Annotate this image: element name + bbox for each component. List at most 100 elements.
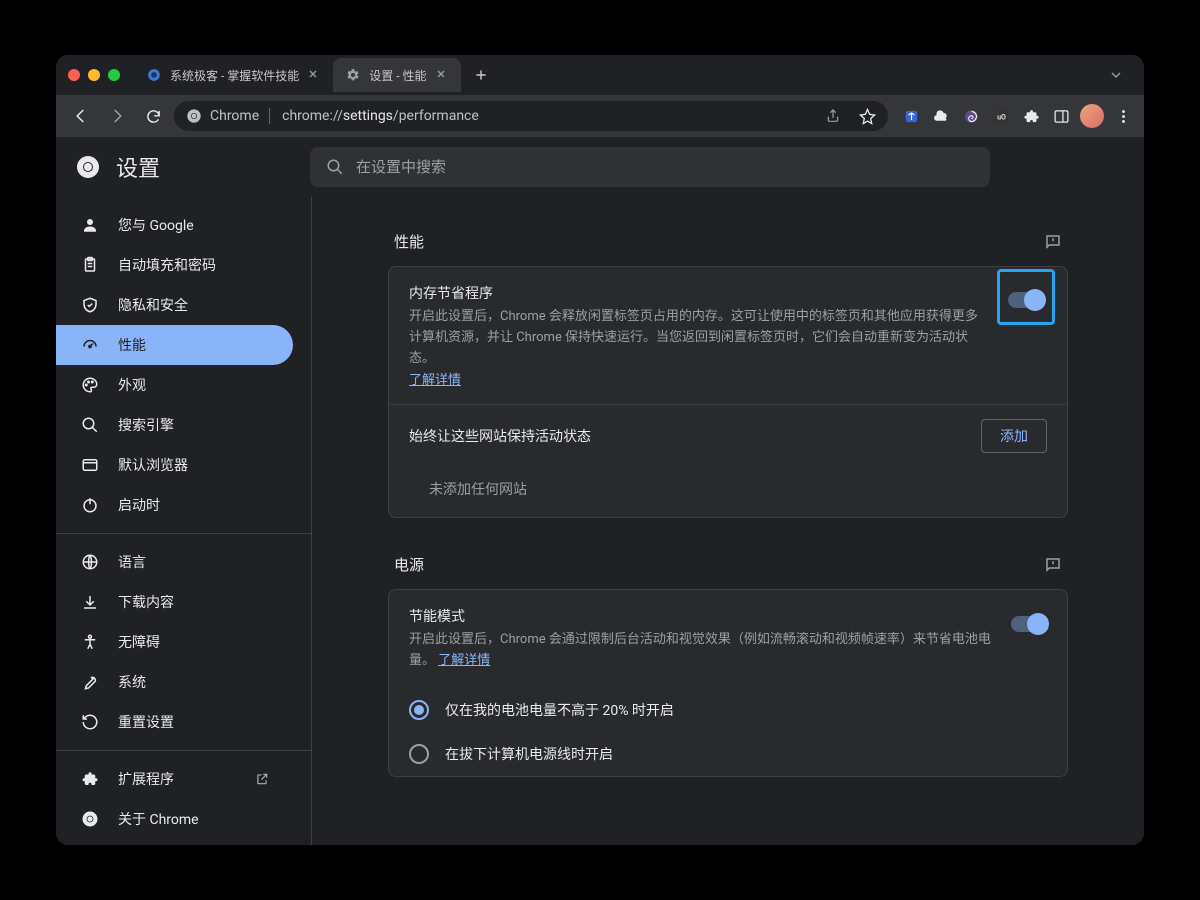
accessibility-icon <box>80 632 100 652</box>
energy-saver-row: 节能模式 开启此设置后，Chrome 会通过限制后台活动和视觉效果（例如流畅滚动… <box>389 590 1067 688</box>
sidebar-item-privacy[interactable]: 隐私和安全 <box>56 285 293 325</box>
close-window-button[interactable] <box>68 69 80 81</box>
new-tab-button[interactable] <box>467 61 495 89</box>
maximize-window-button[interactable] <box>108 69 120 81</box>
settings-main: 性能 内存节省程序 开启此设置后，Chrome 会释放闲置标签页占用的内存。这可… <box>312 197 1144 845</box>
bookmark-star-icon[interactable] <box>859 108 876 125</box>
sidebar-item-extensions[interactable]: 扩展程序 <box>56 759 293 799</box>
tab-1-active[interactable]: 设置 - 性能 <box>333 58 460 92</box>
search-icon <box>80 415 100 435</box>
profile-avatar[interactable] <box>1080 104 1104 128</box>
settings-sidebar: 您与 Google 自动填充和密码 隐私和安全 性能 外观 搜索引擎 默认浏览器… <box>56 197 312 845</box>
titlebar: 系统极客 - 掌握软件技能 设置 - 性能 <box>56 55 1144 95</box>
sidebar-item-appearance[interactable]: 外观 <box>56 365 293 405</box>
add-site-button[interactable]: 添加 <box>981 419 1047 453</box>
wrench-icon <box>80 672 100 692</box>
sidebar-item-downloads[interactable]: 下载内容 <box>56 582 293 622</box>
sidebar-separator <box>56 533 311 534</box>
clipboard-icon <box>80 255 100 275</box>
learn-more-link[interactable]: 了解详情 <box>438 653 490 668</box>
extension-ublock-icon[interactable]: uO <box>990 105 1012 127</box>
sidebar-item-on-startup[interactable]: 启动时 <box>56 485 293 525</box>
sidebar-item-performance[interactable]: 性能 <box>56 325 293 365</box>
learn-more-link[interactable]: 了解详情 <box>409 373 461 388</box>
palette-icon <box>80 375 100 395</box>
url-text: chrome://settings/performance <box>282 108 479 124</box>
toolbar: Chrome chrome://settings/performance uO <box>56 95 1144 137</box>
always-active-empty-state: 未添加任何网站 <box>389 467 1067 517</box>
feedback-icon[interactable] <box>1044 556 1062 574</box>
page-title: 设置 <box>116 151 160 183</box>
radio-icon <box>409 700 429 720</box>
shield-icon <box>80 295 100 315</box>
download-icon <box>80 592 100 612</box>
chrome-logo-icon <box>186 108 202 124</box>
page-content: 设置 在设置中搜索 您与 Google 自动填充和密码 隐私和安全 性能 外观 … <box>56 137 1144 845</box>
chrome-logo-icon <box>76 155 100 179</box>
sidebar-item-about-chrome[interactable]: 关于 Chrome <box>56 799 293 839</box>
address-bar[interactable]: Chrome chrome://settings/performance <box>174 101 888 131</box>
sidebar-separator <box>56 750 311 751</box>
browser-window-icon <box>80 455 100 475</box>
always-active-title: 始终让这些网站保持活动状态 <box>409 426 591 446</box>
chrome-logo-icon <box>80 809 100 829</box>
back-button[interactable] <box>66 101 96 131</box>
memory-saver-toggle[interactable] <box>1008 292 1044 308</box>
svg-text:uO: uO <box>997 112 1006 121</box>
globe-icon <box>80 552 100 572</box>
close-tab-icon[interactable] <box>435 68 449 82</box>
window-controls <box>68 69 120 81</box>
search-placeholder: 在设置中搜索 <box>356 156 446 177</box>
energy-saver-toggle[interactable] <box>1011 616 1047 632</box>
energy-saver-title: 节能模式 <box>409 606 991 626</box>
memory-saver-row: 内存节省程序 开启此设置后，Chrome 会释放闲置标签页占用的内存。这可让使用… <box>389 267 1067 404</box>
extension-icons: uO <box>900 104 1134 128</box>
radio-battery-20[interactable]: 仅在我的电池电量不高于 20% 时开启 <box>389 688 1067 732</box>
power-icon <box>80 495 100 515</box>
favicon-icon <box>146 67 162 83</box>
memory-saver-description: 开启此设置后，Chrome 会释放闲置标签页占用的内存。这可让使用中的标签页和其… <box>409 307 985 369</box>
puzzle-icon <box>80 769 100 789</box>
sidebar-item-system[interactable]: 系统 <box>56 662 293 702</box>
extensions-puzzle-icon[interactable] <box>1020 105 1042 127</box>
minimize-window-button[interactable] <box>88 69 100 81</box>
settings-search-input[interactable]: 在设置中搜索 <box>310 147 990 187</box>
sidebar-item-accessibility[interactable]: 无障碍 <box>56 622 293 662</box>
radio-icon <box>409 744 429 764</box>
share-icon[interactable] <box>825 108 841 124</box>
extension-shield-icon[interactable] <box>900 105 922 127</box>
sidebar-item-autofill[interactable]: 自动填充和密码 <box>56 245 293 285</box>
search-icon <box>326 158 344 176</box>
side-panel-icon[interactable] <box>1050 105 1072 127</box>
tab-strip: 系统极客 - 掌握软件技能 设置 - 性能 <box>134 55 1100 95</box>
sidebar-item-default-browser[interactable]: 默认浏览器 <box>56 445 293 485</box>
power-card: 节能模式 开启此设置后，Chrome 会通过限制后台活动和视觉效果（例如流畅滚动… <box>388 589 1068 777</box>
memory-saver-title: 内存节省程序 <box>409 283 985 303</box>
browser-window: 系统极客 - 掌握软件技能 设置 - 性能 <box>56 55 1144 845</box>
sidebar-item-you-and-google[interactable]: 您与 Google <box>56 205 293 245</box>
settings-header: 设置 在设置中搜索 <box>56 137 1144 197</box>
reload-button[interactable] <box>138 101 168 131</box>
tab-0[interactable]: 系统极客 - 掌握软件技能 <box>134 58 333 92</box>
close-tab-icon[interactable] <box>307 68 321 82</box>
energy-saver-description: 开启此设置后，Chrome 会通过限制后台活动和视觉效果（例如流畅滚动和视频帧速… <box>409 630 991 672</box>
sidebar-item-reset[interactable]: 重置设置 <box>56 702 293 742</box>
url-chip: Chrome <box>210 108 270 124</box>
forward-button[interactable] <box>102 101 132 131</box>
settings-favicon-icon <box>345 67 361 83</box>
restore-icon <box>80 712 100 732</box>
extension-cloud-icon[interactable] <box>930 105 952 127</box>
performance-card: 内存节省程序 开启此设置后，Chrome 会释放闲置标签页占用的内存。这可让使用… <box>388 266 1068 518</box>
sidebar-item-search-engine[interactable]: 搜索引擎 <box>56 405 293 445</box>
sidebar-item-languages[interactable]: 语言 <box>56 542 293 582</box>
feedback-icon[interactable] <box>1044 233 1062 251</box>
browser-menu-icon[interactable] <box>1112 105 1134 127</box>
radio-unplugged[interactable]: 在拔下计算机电源线时开启 <box>389 732 1067 776</box>
external-link-icon <box>255 772 269 786</box>
expand-chevron-icon[interactable] <box>1100 63 1132 87</box>
always-active-row: 始终让这些网站保持活动状态 添加 <box>389 405 1067 467</box>
highlighted-toggle-frame <box>997 269 1055 325</box>
speedometer-icon <box>80 335 100 355</box>
extension-swirl-icon[interactable] <box>960 105 982 127</box>
tab-title: 系统极客 - 掌握软件技能 <box>170 67 299 84</box>
